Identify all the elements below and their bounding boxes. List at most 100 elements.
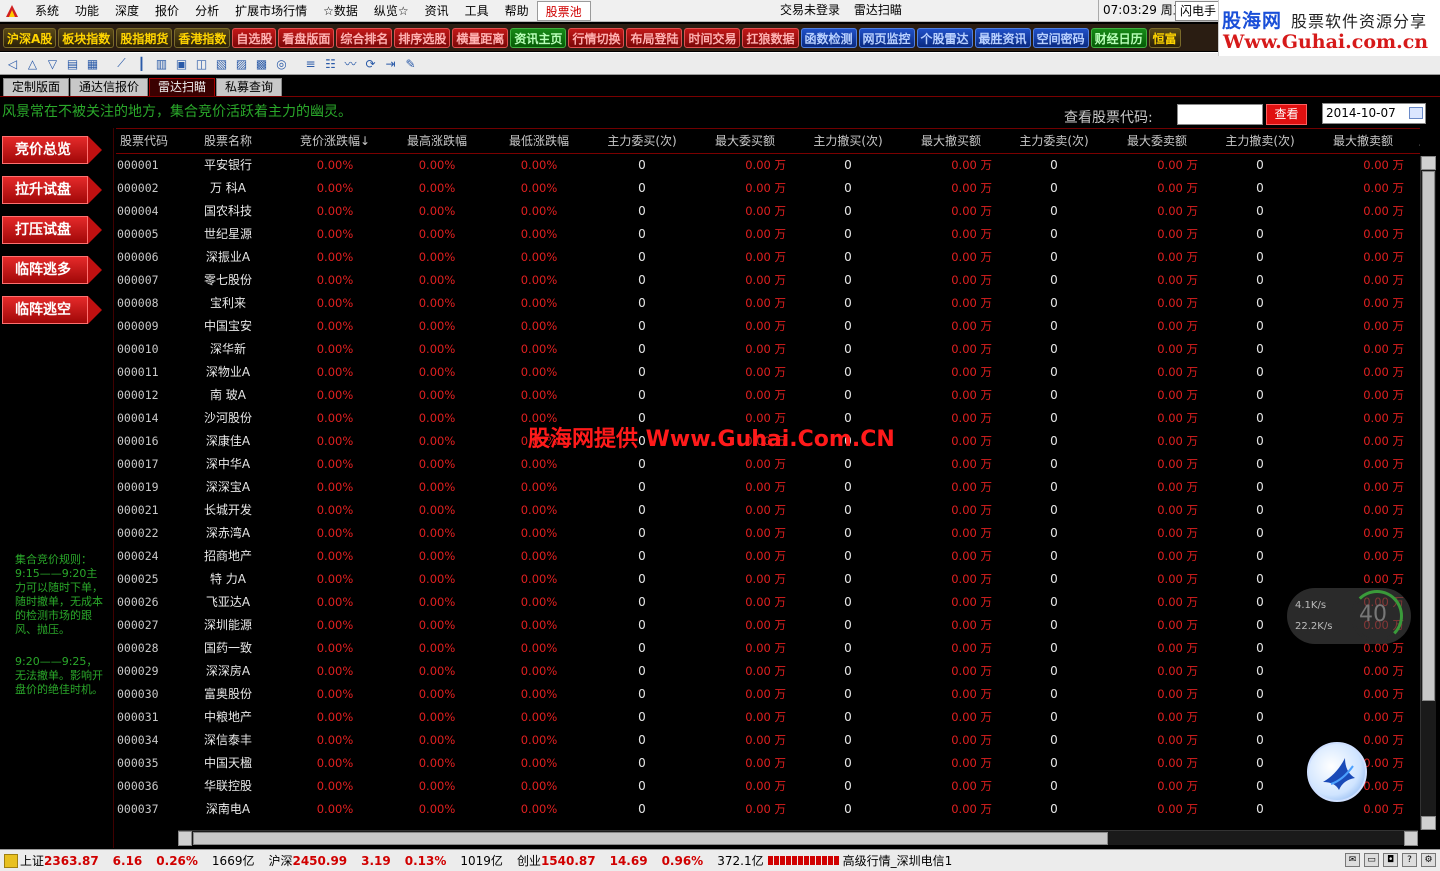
table-row[interactable]: 000026 飞亚达A 0.00% 0.00% 0.00% 0 0.00 万 0 0.00 万 0… — [116, 590, 1420, 613]
category-tab[interactable]: 恒富 — [1148, 27, 1181, 48]
message-icon[interactable]: ✉ — [1345, 853, 1360, 867]
line-chart-icon[interactable]: ⟋ — [113, 55, 130, 72]
column-header[interactable]: 最大委卖额 — [1106, 129, 1208, 154]
table-icon[interactable]: ▦ — [84, 55, 101, 72]
table-row[interactable]: 000030 富奥股份 0.00% 0.00% 0.00% 0 0.00 万 0 0.00 万 0… — [116, 682, 1420, 705]
window-icon[interactable]: ▭ — [1364, 853, 1379, 867]
stock-code-input[interactable] — [1177, 104, 1263, 125]
column-header[interactable]: 主力委卖(次) — [1002, 129, 1106, 154]
view-tab[interactable]: 雷达扫瞄 — [149, 78, 216, 96]
table-row[interactable]: 000034 深信泰丰 0.00% 0.00% 0.00% 0 0.00 万 0 0.00 万 0… — [116, 728, 1420, 751]
category-tab[interactable]: 排序选股 — [394, 27, 451, 48]
scroll-thumb-vertical[interactable] — [1422, 171, 1435, 701]
menu-item[interactable]: 纵览☆ — [366, 1, 417, 21]
category-tab[interactable]: 板块指数 — [58, 27, 115, 48]
horizontal-scrollbar[interactable] — [178, 830, 1418, 846]
table-row[interactable]: 000005 世纪星源 0.00% 0.00% 0.00% 0 0.00 万 0 0.00 万 0… — [116, 222, 1420, 245]
table-row[interactable]: 000007 零七股份 0.00% 0.00% 0.00% 0 0.00 万 0 0.00 万 0… — [116, 268, 1420, 291]
category-tab[interactable]: 横量距离 — [452, 27, 509, 48]
candle-icon[interactable]: ┃ — [133, 55, 150, 72]
table-row[interactable]: 000031 中粮地产 0.00% 0.00% 0.00% 0 0.00 万 0 0.00 万 0… — [116, 705, 1420, 728]
scan-mode-button[interactable]: 打压试盘 — [2, 216, 102, 244]
column-header[interactable]: 主力撤卖(次) — [1208, 129, 1312, 154]
table-row[interactable]: 000025 特 力A 0.00% 0.00% 0.00% 0 0.00 万 0 0.00 万 0… — [116, 567, 1420, 590]
server-status[interactable]: 高级行情_深圳电信1 — [843, 852, 953, 869]
column-header[interactable]: 跌 — [1414, 129, 1420, 154]
settings-icon[interactable]: ⚙ — [1421, 853, 1436, 867]
circle-icon[interactable]: ◎ — [273, 55, 290, 72]
table-row[interactable]: 000002 万 科A 0.00% 0.00% 0.00% 0 0.00 万 0 0.00 万 0… — [116, 176, 1420, 199]
help-icon[interactable]: ? — [1402, 853, 1417, 867]
scan-mode-button[interactable]: 竞价总览 — [2, 136, 102, 164]
menu-item[interactable]: 扩展市场行情 — [227, 1, 315, 21]
table-row[interactable]: 000028 国药一致 0.00% 0.00% 0.00% 0 0.00 万 0 0.00 万 0… — [116, 636, 1420, 659]
table-row[interactable]: 000027 深圳能源 0.00% 0.00% 0.00% 0 0.00 万 0 0.00 万 0… — [116, 613, 1420, 636]
calendar-icon[interactable] — [1409, 107, 1423, 119]
back-icon[interactable]: ◁ — [4, 55, 21, 72]
refresh-icon[interactable]: ⟳ — [362, 55, 379, 72]
view-tab[interactable]: 通达信报价 — [70, 78, 149, 96]
table-row[interactable]: 000006 深振业A 0.00% 0.00% 0.00% 0 0.00 万 0 0.00 万 0… — [116, 245, 1420, 268]
menu-item[interactable]: 资讯 — [417, 1, 457, 21]
scroll-thumb-horizontal[interactable] — [193, 832, 1108, 845]
category-tab[interactable]: 布局登陆 — [626, 27, 683, 48]
table-row[interactable]: 000012 南 玻A 0.00% 0.00% 0.00% 0 0.00 万 0 0.00 万 0… — [116, 383, 1420, 406]
table-row[interactable]: 000022 深赤湾A 0.00% 0.00% 0.00% 0 0.00 万 0 0.00 万 0… — [116, 521, 1420, 544]
table-row[interactable]: 000010 深华新 0.00% 0.00% 0.00% 0 0.00 万 0 0.00 万 0 0… — [116, 337, 1420, 360]
column-header[interactable]: 最大委买额 — [694, 129, 796, 154]
network-speed-widget[interactable]: 4.1K/s 22.2K/s 40 — [1287, 588, 1411, 644]
f10-icon[interactable]: ▣ — [173, 55, 190, 72]
scroll-right-button[interactable] — [1404, 831, 1418, 846]
category-tab[interactable]: 函数检测 — [800, 27, 857, 48]
scan-mode-button[interactable]: 拉升试盘 — [2, 176, 102, 204]
finance-icon[interactable]: ◫ — [193, 55, 210, 72]
column-header[interactable]: 股票代码 — [116, 129, 172, 154]
fiz-icon[interactable]: ▨ — [233, 55, 250, 72]
f-icon[interactable]: ▧ — [213, 55, 230, 72]
column-header[interactable]: 主力撤买(次) — [796, 129, 900, 154]
column-header[interactable]: 竞价涨跌幅↓ — [284, 129, 386, 154]
category-tab[interactable]: 综合排名 — [336, 27, 393, 48]
select-icon[interactable]: ☷ — [322, 55, 339, 72]
column-header[interactable]: 最大撤卖额 — [1312, 129, 1414, 154]
list-icon[interactable]: ≡ — [302, 55, 319, 72]
ad-banner[interactable]: 股海网 股票软件资源分享 Www.Guhai.com.cn — [1218, 0, 1440, 56]
menu-item[interactable]: 深度 — [107, 1, 147, 21]
menu-item[interactable]: 股票池 — [536, 0, 591, 21]
menu-item[interactable]: 功能 — [67, 1, 107, 21]
table-row[interactable]: 000024 招商地产 0.00% 0.00% 0.00% 0 0.00 万 0 0.00 万 0… — [116, 544, 1420, 567]
view-tab[interactable]: 定制版面 — [3, 78, 70, 96]
category-tab[interactable]: 空间密码 — [1032, 27, 1089, 48]
pen-icon[interactable]: ✎ — [402, 55, 419, 72]
column-header[interactable]: 最高涨跌幅 — [386, 129, 488, 154]
menu-item[interactable]: 帮助 — [497, 1, 537, 21]
scan-mode-button[interactable]: 临阵逃多 — [2, 256, 102, 284]
down-icon[interactable]: ▽ — [44, 55, 61, 72]
category-tab[interactable]: 时间交易 — [684, 27, 741, 48]
table-row[interactable]: 000004 国农科技 0.00% 0.00% 0.00% 0 0.00 万 0 0.00 万 0… — [116, 199, 1420, 222]
column-header[interactable]: 股票名称 — [172, 129, 284, 154]
menu-item[interactable]: 系统 — [27, 1, 67, 21]
trend-icon[interactable]: 〰 — [342, 55, 359, 72]
scan-mode-button[interactable]: 临阵逃空 — [2, 296, 102, 324]
column-header[interactable]: 最大撤买额 — [900, 129, 1002, 154]
table-row[interactable]: 000017 深中华A 0.00% 0.00% 0.00% 0 0.00 万 0 0.00 万 0… — [116, 452, 1420, 475]
category-tab[interactable]: 沪深A股 — [3, 27, 57, 48]
flash-trade-button[interactable]: 闪电手 — [1175, 1, 1222, 21]
login-status[interactable]: 交易未登录 — [780, 3, 840, 17]
category-tab[interactable]: 看盘版面 — [278, 27, 335, 48]
category-tab[interactable]: 资讯主页 — [510, 27, 567, 48]
up-icon[interactable]: △ — [24, 55, 41, 72]
ad-url[interactable]: Www.Guhai.com.cn — [1223, 31, 1428, 53]
report-icon[interactable]: ▥ — [153, 55, 170, 72]
menu-item[interactable]: 分析 — [187, 1, 227, 21]
table-row[interactable]: 000029 深深房A 0.00% 0.00% 0.00% 0 0.00 万 0 0.00 万 0… — [116, 659, 1420, 682]
table-row[interactable]: 000035 中国天楹 0.00% 0.00% 0.00% 0 0.00 万 0 0.00 万 0… — [116, 751, 1420, 774]
category-tab[interactable]: 香港指数 — [174, 27, 231, 48]
table-row[interactable]: 000037 深南电A 0.00% 0.00% 0.00% 0 0.00 万 0 0.00 万 0… — [116, 797, 1420, 820]
category-tab[interactable]: 扛狼数据 — [742, 27, 799, 48]
category-tab[interactable]: 股指期货 — [116, 27, 173, 48]
column-header[interactable]: 主力委买(次) — [590, 129, 694, 154]
table-row[interactable]: 000008 宝利来 0.00% 0.00% 0.00% 0 0.00 万 0 0.00 万 0 0… — [116, 291, 1420, 314]
table-row[interactable]: 000019 深深宝A 0.00% 0.00% 0.00% 0 0.00 万 0 0.00 万 0… — [116, 475, 1420, 498]
